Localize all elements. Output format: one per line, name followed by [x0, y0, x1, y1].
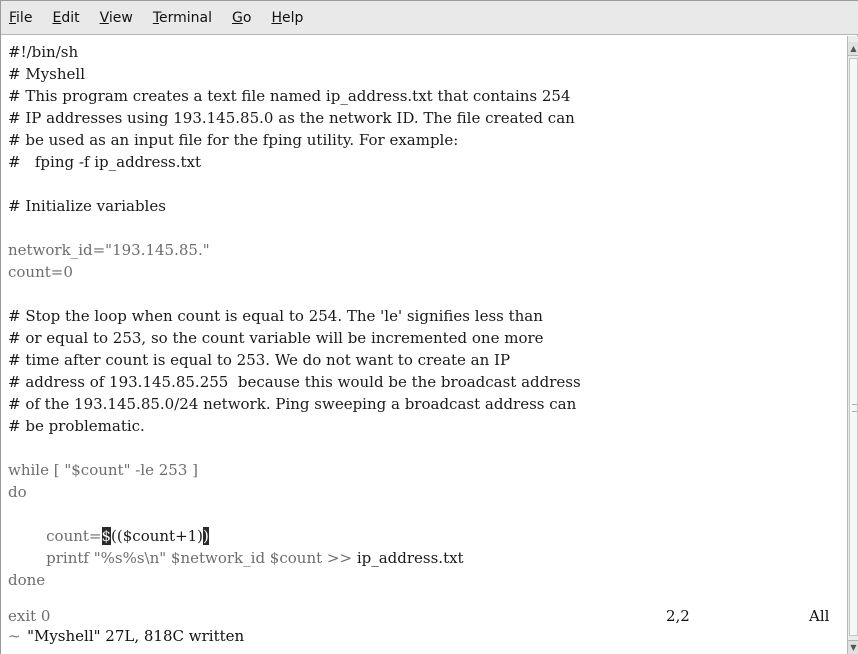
menu-view-mnemonic: V: [99, 9, 109, 26]
code-line-assignment: count=0: [8, 263, 73, 281]
terminal-window: File Edit View Terminal Go Help #!/bin/s…: [0, 0, 858, 654]
menu-file-label: ile: [16, 9, 33, 26]
code-line-increment: count=$(($count+1)): [8, 526, 209, 546]
menu-file-mnemonic: F: [9, 9, 17, 26]
menu-go-label: o: [242, 9, 252, 26]
scrollbar-thumb[interactable]: [849, 58, 858, 636]
menu-help[interactable]: Help: [269, 8, 305, 28]
scroll-indicator: All: [809, 607, 830, 625]
text-cursor: $: [101, 527, 112, 545]
scroll-down-arrow-icon[interactable]: ▼: [848, 640, 858, 654]
code-line-comment: # or equal to 253, so the count variable…: [8, 329, 544, 347]
code-line-printf: printf "%s%s\n" $network_id $count >> ip…: [8, 548, 464, 568]
menu-file[interactable]: File: [7, 8, 34, 28]
code-line-comment: # time after count is equal to 253. We d…: [8, 351, 511, 369]
menu-go-mnemonic: G: [232, 9, 243, 26]
code-fragment: ip_address.txt: [356, 549, 464, 567]
menu-edit[interactable]: Edit: [50, 8, 81, 28]
code-line-comment: # This program creates a text file named…: [8, 87, 571, 105]
editor-text-area[interactable]: #!/bin/sh # Myshell # This program creat…: [1, 36, 847, 654]
menu-view-label: iew: [108, 9, 133, 26]
code-line-comment: # be used as an input file for the fping…: [8, 131, 459, 149]
grip-icon: [852, 404, 857, 412]
code-line-comment: # Myshell: [8, 65, 85, 83]
code-line-comment: # IP addresses using 193.145.85.0 as the…: [8, 109, 575, 127]
code-line-comment: # address of 193.145.85.255 because this…: [8, 373, 581, 391]
code-line-done: done: [8, 571, 46, 589]
code-line-comment: # be problematic.: [8, 417, 145, 435]
menu-view[interactable]: View: [98, 8, 135, 28]
menu-edit-label: dit: [61, 9, 80, 26]
status-line: "Myshell" 27L, 818C written 2,2 All: [8, 606, 844, 645]
code-line-comment: # Initialize variables: [8, 197, 166, 215]
menu-bar: File Edit View Terminal Go Help: [1, 1, 858, 35]
code-fragment: count=: [8, 527, 102, 545]
menu-go[interactable]: Go: [230, 8, 253, 28]
menu-edit-mnemonic: E: [52, 9, 62, 26]
code-line-shebang: #!/bin/sh: [8, 43, 79, 61]
code-fragment: printf "%s%s\n" $network_id $count >>: [8, 549, 357, 567]
menu-terminal[interactable]: Terminal: [151, 8, 214, 28]
code-line-comment: # Stop the loop when count is equal to 2…: [8, 307, 543, 325]
vertical-scrollbar[interactable]: ▲ ▼: [847, 36, 858, 654]
code-line-assignment: network_id="193.145.85.": [8, 241, 210, 259]
code-line-comment: # of the 193.145.85.0/24 network. Ping s…: [8, 395, 577, 413]
code-line-comment: # fping -f ip_address.txt: [8, 153, 202, 171]
menu-help-label: elp: [281, 9, 304, 26]
menu-terminal-label: erminal: [159, 9, 212, 26]
menu-help-mnemonic: H: [271, 9, 282, 26]
code-fragment: (($count+1): [111, 527, 204, 545]
status-message: "Myshell" 27L, 818C written: [27, 627, 245, 645]
code-line-while: while [ "$count" -le 253 ]: [8, 461, 199, 479]
code-line-do: do: [8, 483, 27, 501]
scroll-up-arrow-icon[interactable]: ▲: [848, 42, 858, 56]
matching-paren-highlight: ): [203, 527, 209, 545]
cursor-position: 2,2: [666, 607, 690, 625]
